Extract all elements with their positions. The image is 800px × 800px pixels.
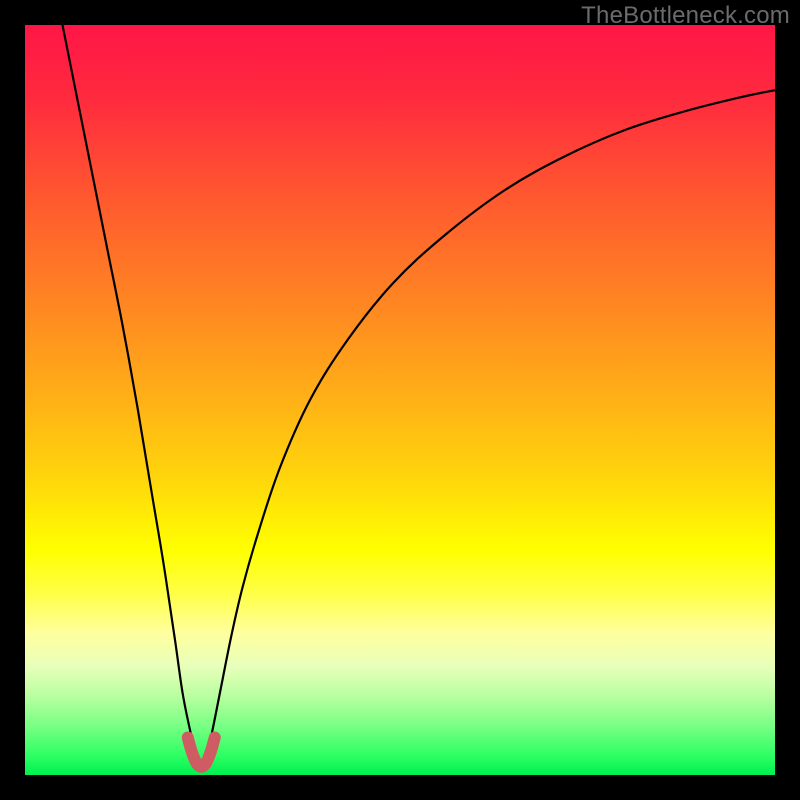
plot-area — [25, 25, 775, 775]
gradient-background — [25, 25, 775, 775]
chart-frame: TheBottleneck.com — [0, 0, 800, 800]
chart-svg — [25, 25, 775, 775]
